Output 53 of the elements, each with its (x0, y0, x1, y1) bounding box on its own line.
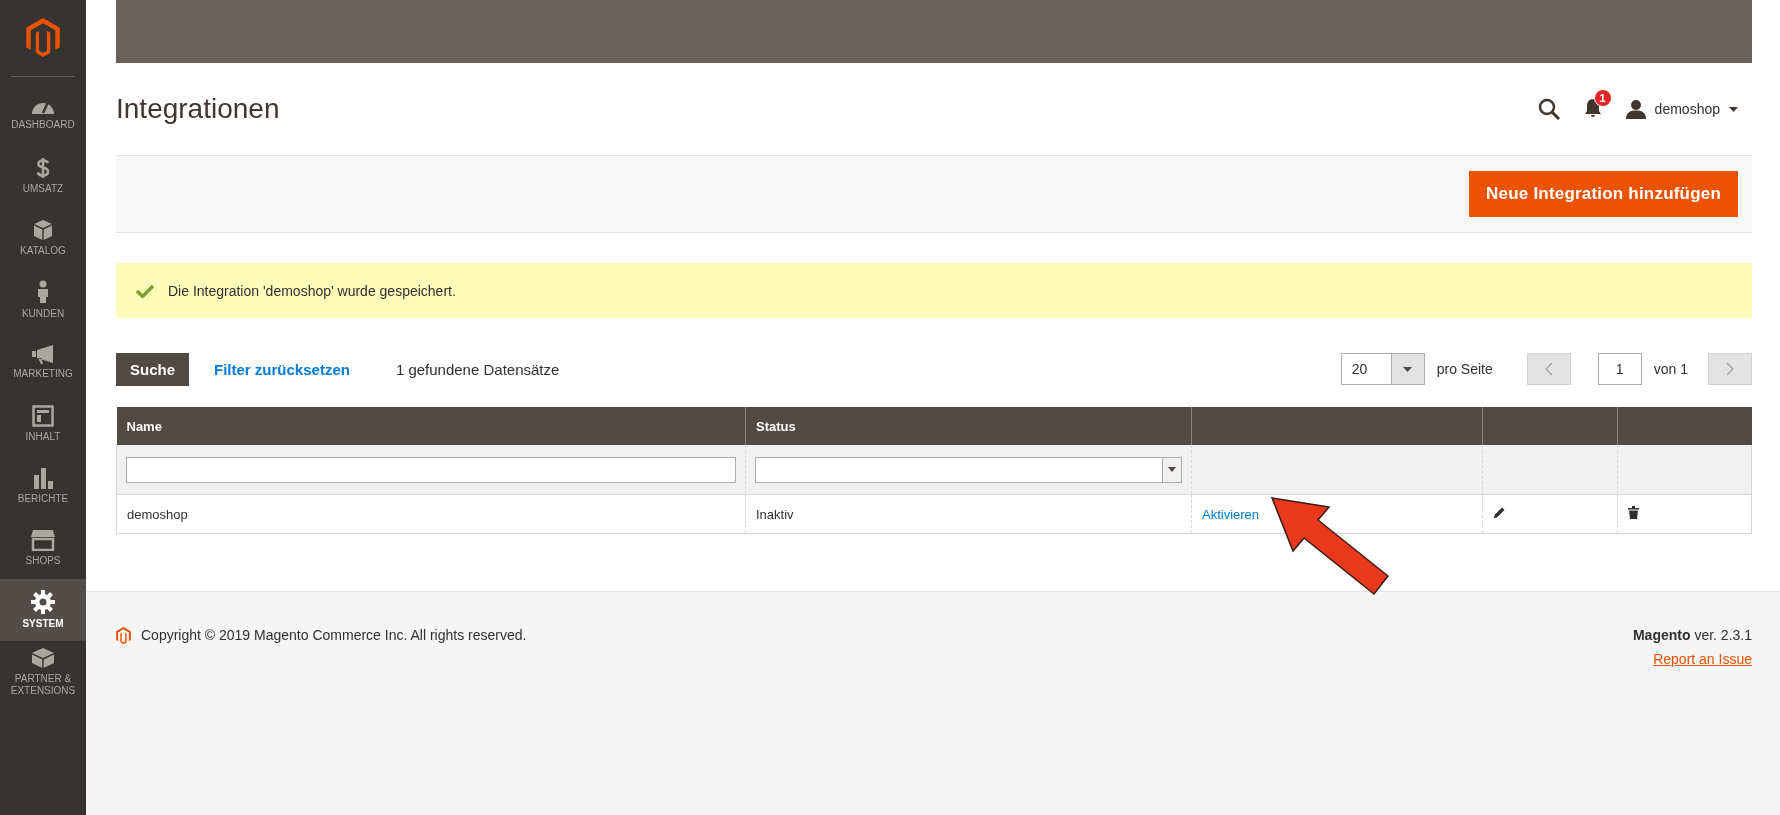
sidebar-item[interactable]: INHALT (0, 393, 86, 455)
add-integration-button[interactable]: Neue Integration hinzufügen (1469, 171, 1738, 217)
column-header[interactable]: Status (756, 418, 796, 434)
column-header[interactable]: Name (126, 418, 162, 434)
search-icon[interactable] (1537, 98, 1560, 120)
chevron-left-icon (1544, 362, 1553, 376)
megaphone-icon (31, 344, 55, 364)
table-cell: Inaktiv (756, 506, 794, 522)
bell-icon[interactable] (1583, 97, 1602, 118)
sidebar-item[interactable]: PARTNER & EXTENSIONS (0, 641, 86, 703)
version-text: Magento ver. 2.3.1 (1632, 627, 1752, 643)
dollar-icon (36, 157, 50, 179)
search-button[interactable]: Suche (116, 352, 189, 386)
sidebar-item[interactable]: UMSATZ (0, 145, 86, 207)
user-icon (1625, 99, 1646, 119)
message-text: Die Integration 'demoshop' wurde gespeichert. (168, 282, 456, 299)
pencil-icon[interactable] (1493, 506, 1506, 519)
reset-filter-link[interactable]: Filter zurücksetzen (214, 360, 350, 378)
layout-icon (32, 405, 54, 427)
page-total: von 1 (1653, 361, 1688, 377)
table-cell: demoshop (127, 506, 188, 522)
sidebar-item[interactable]: SYSTEM (0, 579, 86, 641)
caret-icon (1403, 366, 1413, 372)
checkmark-icon (136, 283, 154, 298)
record-count: 1 gefundene Datensätze (395, 360, 560, 378)
caret-icon (1168, 467, 1176, 472)
user-menu[interactable]: demoshop (1625, 99, 1738, 119)
notification-badge: 1 (1593, 88, 1612, 107)
report-issue-link[interactable]: Report an Issue (1653, 651, 1752, 667)
gear-icon (31, 590, 55, 614)
sidebar-item[interactable]: KATALOG (0, 207, 86, 269)
person-icon (36, 280, 50, 304)
bar-chart-icon (33, 467, 53, 489)
sidebar-item[interactable]: KUNDEN (0, 269, 86, 331)
activate-link[interactable]: Aktivieren (1202, 506, 1260, 522)
sidebar-item[interactable]: SHOPS (0, 517, 86, 579)
copyright-text: Copyright © 2019 Magento Commerce Inc. All rights reserved. (141, 627, 527, 643)
trash-icon[interactable] (1628, 506, 1639, 519)
bricks-icon (31, 647, 55, 669)
logo-icon (116, 627, 131, 645)
per-page-select[interactable]: 20 (1340, 353, 1425, 385)
box-icon (33, 219, 53, 241)
page-number-field[interactable]: 1 (1597, 353, 1642, 385)
per-page-label: pro Seite (1436, 361, 1493, 377)
sidebar-item[interactable]: MARKETING (0, 331, 86, 393)
name-filter-field[interactable] (126, 456, 736, 483)
page-title: Integrationen (116, 93, 281, 125)
storefront-icon (30, 529, 56, 551)
sidebar-item[interactable]: DASHBOARD (0, 83, 86, 145)
chevron-right-icon (1726, 362, 1734, 376)
sidebar-item[interactable]: BERICHTE (0, 455, 86, 517)
caret-icon (1729, 106, 1738, 112)
logo-icon (26, 18, 60, 58)
